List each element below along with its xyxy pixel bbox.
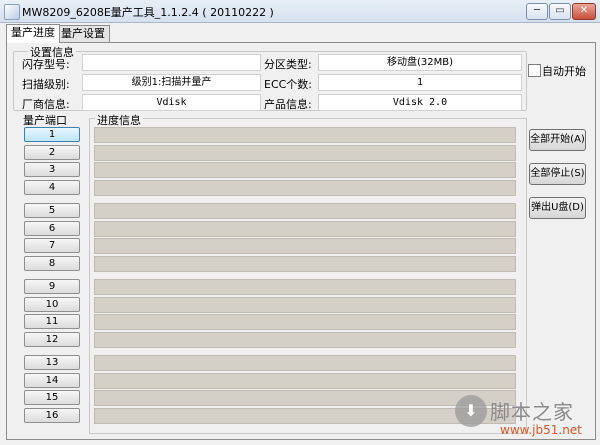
vendor-label: 厂商信息:	[22, 98, 70, 111]
port-button[interactable]: 3	[24, 162, 80, 177]
port-progress-bar	[94, 297, 516, 313]
stop-all-button[interactable]: 全部停止(S)	[529, 163, 586, 185]
app-icon	[4, 4, 20, 20]
scan-level-label: 扫描级别:	[22, 78, 70, 91]
port-button[interactable]: 9	[24, 279, 80, 294]
port-button[interactable]: 2	[24, 145, 80, 160]
auto-start-checkbox[interactable]	[528, 64, 541, 77]
watermark-site-name: 脚本之家	[490, 400, 574, 424]
port-progress-bar	[94, 256, 516, 272]
start-all-button[interactable]: 全部开始(A)	[529, 129, 586, 151]
port-button[interactable]: 10	[24, 297, 80, 312]
title-bar: MW8209_6208E量产工具_1.1.2.4 ( 20110222 ) ─ …	[0, 0, 600, 23]
progress-title: 进度信息	[95, 112, 143, 128]
port-progress-bar	[94, 127, 516, 143]
minimize-button[interactable]: ─	[526, 3, 548, 20]
port-button[interactable]: 7	[24, 238, 80, 253]
auto-start-label[interactable]: 自动开始	[542, 63, 586, 79]
port-button[interactable]: 5	[24, 203, 80, 218]
port-button[interactable]: 4	[24, 180, 80, 195]
port-button[interactable]: 13	[24, 355, 80, 370]
eject-button[interactable]: 弹出U盘(D)	[529, 197, 586, 219]
download-arrow-glyph: ⬇	[464, 401, 478, 420]
flash-type-field	[82, 54, 261, 71]
port-button[interactable]: 12	[24, 332, 80, 347]
partition-field: 移动盘(32MB)	[318, 54, 522, 71]
port-button[interactable]: 8	[24, 256, 80, 271]
ecc-label: ECC个数:	[264, 78, 313, 91]
partition-label: 分区类型:	[264, 58, 312, 71]
port-button[interactable]: 11	[24, 314, 80, 329]
port-button[interactable]: 14	[24, 373, 80, 388]
port-progress-bar	[94, 162, 516, 178]
port-progress-bar	[94, 145, 516, 161]
port-progress-bar	[94, 203, 516, 219]
port-progress-bar	[94, 238, 516, 254]
vendor-field: Vdisk	[82, 94, 261, 111]
tab-progress[interactable]: 量产进度	[6, 24, 60, 43]
window-title: MW8209_6208E量产工具_1.1.2.4 ( 20110222 )	[22, 6, 274, 19]
watermark-url: www.jb51.net	[500, 423, 582, 437]
port-button[interactable]: 6	[24, 221, 80, 236]
port-progress-bar	[94, 279, 516, 295]
ports-title: 量产端口	[23, 114, 67, 127]
close-button[interactable]: ✕	[572, 3, 596, 20]
port-progress-bar	[94, 332, 516, 348]
product-label: 产品信息:	[264, 98, 312, 111]
port-progress-bar	[94, 390, 516, 406]
product-field: Vdisk 2.0	[318, 94, 522, 111]
settings-group: 设置信息 闪存型号: 扫描级别: 级别1:扫描并量产 厂商信息: Vdisk 分…	[13, 44, 527, 111]
port-progress-bar	[94, 355, 516, 371]
port-progress-bar	[94, 373, 516, 389]
tab-panel: 设置信息 闪存型号: 扫描级别: 级别1:扫描并量产 厂商信息: Vdisk 分…	[6, 42, 596, 440]
port-progress-bar	[94, 221, 516, 237]
port-button[interactable]: 15	[24, 390, 80, 405]
port-button[interactable]: 16	[24, 408, 80, 423]
tab-settings[interactable]: 量产设置	[56, 25, 110, 42]
port-button[interactable]: 1	[24, 127, 80, 142]
port-progress-bar	[94, 314, 516, 330]
ecc-field: 1	[318, 74, 522, 91]
maximize-button[interactable]: ▭	[549, 3, 571, 20]
port-progress-bar	[94, 180, 516, 196]
scan-level-field: 级别1:扫描并量产	[82, 74, 261, 91]
flash-type-label: 闪存型号:	[22, 58, 70, 71]
port-progress-bar	[94, 408, 516, 424]
